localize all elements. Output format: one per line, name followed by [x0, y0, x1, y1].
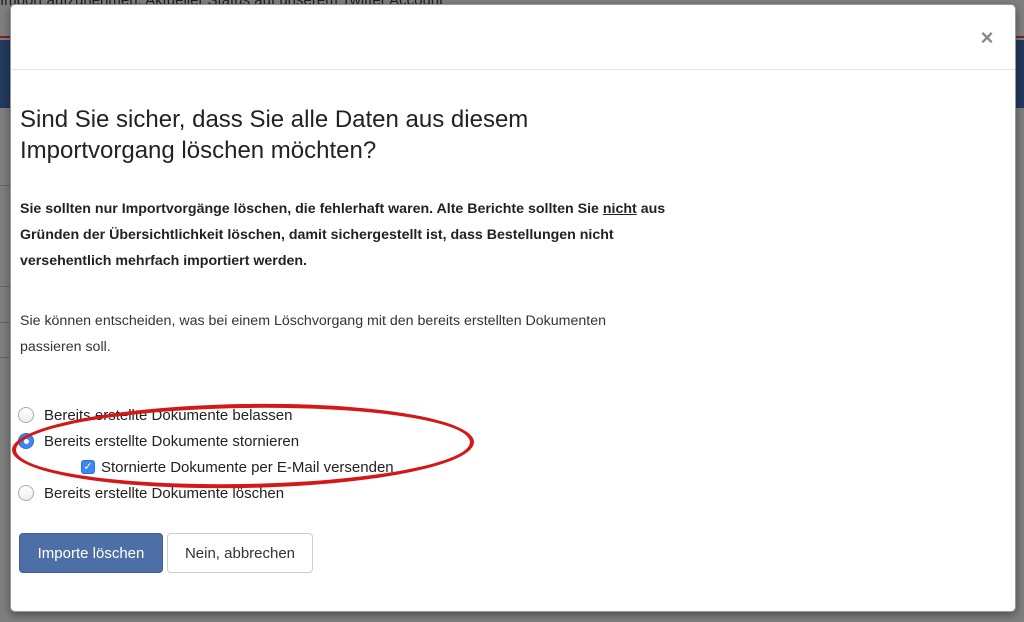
background-divider — [0, 322, 10, 323]
background-divider — [0, 357, 10, 358]
option-label: Bereits erstellte Dokumente stornieren — [44, 432, 300, 450]
checkbox[interactable]: ✓ — [81, 460, 95, 474]
info-text: Sie können entscheiden, was bei einem Lö… — [20, 313, 606, 355]
dialog-header: × — [11, 5, 1015, 70]
background-divider — [0, 185, 10, 186]
delete-imports-button[interactable]: Importe löschen — [19, 533, 163, 573]
warning-text-part: Sie sollten nur Importvorgänge löschen, … — [20, 201, 603, 217]
close-icon[interactable]: × — [977, 27, 997, 49]
warning-text: Sie sollten nur Importvorgänge löschen, … — [20, 196, 680, 274]
option-keep-documents[interactable]: Bereits erstellte Dokumente belassen — [18, 404, 292, 426]
option-delete-documents[interactable]: Bereits erstellte Dokumente löschen — [18, 482, 284, 504]
radio-button[interactable] — [18, 485, 34, 501]
radio-button[interactable] — [18, 433, 34, 449]
dialog-title: Sind Sie sicher, dass Sie alle Daten aus… — [20, 106, 529, 164]
option-label: Bereits erstellte Dokumente löschen — [44, 484, 285, 502]
option-label: Bereits erstellte Dokumente belassen — [44, 406, 293, 424]
warning-emphasis: nicht — [602, 201, 637, 217]
background-divider — [0, 286, 10, 287]
cancel-button[interactable]: Nein, abbrechen — [167, 533, 313, 573]
option-label: Stornierte Dokumente per E-Mail versende… — [101, 458, 394, 476]
radio-button[interactable] — [18, 407, 34, 423]
option-email-cancelled[interactable]: ✓ Stornierte Dokumente per E-Mail versen… — [81, 456, 394, 478]
option-cancel-documents[interactable]: Bereits erstellte Dokumente stornieren — [18, 430, 299, 452]
